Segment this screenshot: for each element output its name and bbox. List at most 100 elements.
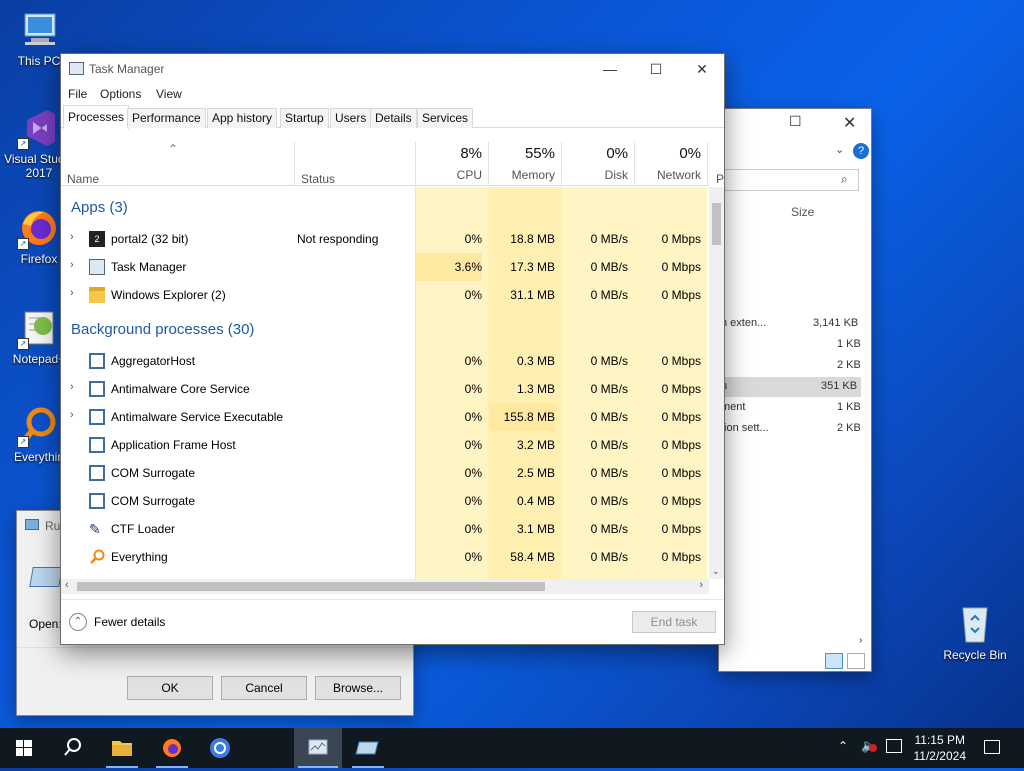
column-memory[interactable]: 55% Memory [488, 142, 561, 186]
browse-button[interactable]: Browse... [315, 676, 401, 700]
desktop-icon-label: This PC [17, 54, 61, 68]
process-row[interactable]: COM Surrogate 0% 0.4 MB 0 MB/s 0 Mbps [61, 487, 709, 515]
expand-chevron-icon[interactable]: › [70, 259, 74, 271]
taskbar-file-explorer[interactable] [98, 728, 146, 768]
column-disk[interactable]: 0% Disk [561, 142, 634, 186]
process-row[interactable]: Everything 0% 58.4 MB 0 MB/s 0 Mbps [61, 543, 709, 571]
end-task-button[interactable]: End task [632, 611, 716, 633]
menu-file[interactable]: File [68, 87, 87, 101]
large-icons-view-button[interactable] [847, 653, 865, 669]
window-app-icon [89, 409, 105, 425]
details-view-button[interactable] [825, 653, 843, 669]
size-column-header[interactable]: Size [791, 205, 814, 219]
desktop-icon-label: Recycle Bin [943, 648, 1007, 662]
help-icon[interactable]: ? [853, 143, 869, 159]
tab-users[interactable]: Users [330, 108, 372, 128]
expand-chevron-icon[interactable]: › [70, 409, 74, 421]
expand-chevron-icon[interactable]: › [70, 381, 74, 393]
everything-icon [89, 549, 105, 565]
run-dialog-title: Ru [45, 519, 61, 533]
file-row[interactable]: ment 1 KB [721, 401, 861, 413]
task-manager-icon [89, 259, 105, 275]
window-app-icon [89, 437, 105, 453]
column-name[interactable]: Name [67, 172, 99, 186]
start-button[interactable] [0, 728, 48, 768]
file-row-selected[interactable]: n351 KB [719, 377, 861, 397]
open-label: Open: [29, 617, 62, 631]
tab-processes[interactable]: Processes [63, 105, 130, 129]
column-network[interactable]: 0% Network [634, 142, 707, 186]
scroll-right-arrow[interactable]: › [859, 635, 862, 646]
column-status[interactable]: Status [294, 142, 416, 186]
file-row[interactable]: tion sett... 2 KB [721, 422, 861, 434]
scroll-down-arrow[interactable]: ⌄ [712, 566, 720, 577]
network-icon[interactable] [886, 739, 902, 753]
tab-performance[interactable]: Performance [127, 108, 206, 128]
search-button[interactable] [48, 728, 96, 768]
menu-view[interactable]: View [156, 87, 182, 101]
volume-muted-icon[interactable]: 🔈 [861, 738, 877, 754]
taskbar-task-manager[interactable] [294, 728, 342, 768]
chevron-down-icon[interactable]: ⌄ [835, 143, 844, 156]
expand-chevron-icon[interactable]: › [70, 231, 74, 243]
process-row[interactable]: COM Surrogate 0% 2.5 MB 0 MB/s 0 Mbps [61, 459, 709, 487]
ok-button[interactable]: OK [127, 676, 213, 700]
taskbar-run[interactable] [344, 728, 392, 768]
horizontal-scrollbar[interactable]: ‹ › [61, 579, 709, 594]
column-power[interactable]: P [707, 142, 724, 186]
windows-logo-icon [16, 740, 32, 756]
fewer-details-link[interactable]: Fewer details [94, 615, 165, 629]
maximize-button[interactable]: ☐ [789, 113, 802, 130]
show-hidden-icons-button[interactable]: ⌃ [838, 739, 848, 753]
scroll-left-arrow[interactable]: ‹ [65, 579, 69, 591]
taskbar: ⌃ 🔈 11:15 PM 11/2/2024 [0, 728, 1024, 768]
file-row[interactable]: n exten... 3,141 KB [721, 317, 861, 329]
cancel-button[interactable]: Cancel [221, 676, 307, 700]
maximize-button[interactable]: ☐ [633, 54, 679, 84]
close-button[interactable]: ✕ [679, 54, 725, 84]
vertical-scrollbar[interactable]: ⌄ [709, 187, 724, 579]
close-button[interactable]: ✕ [843, 113, 856, 133]
expand-chevron-icon[interactable]: › [70, 287, 74, 299]
search-input[interactable] [723, 169, 859, 191]
taskbar-chrome[interactable] [196, 728, 244, 768]
tab-app-history[interactable]: App history [207, 108, 278, 128]
tab-strip: Processes Performance App history Startu… [61, 105, 724, 129]
clock-date: 11/2/2024 [913, 749, 967, 763]
process-row[interactable]: › Windows Explorer (2) 0% 31.1 MB 0 MB/s… [61, 281, 709, 309]
window-title: Task Manager [89, 62, 165, 76]
clock-time: 11:15 PM [914, 733, 965, 747]
search-icon [64, 738, 81, 756]
task-manager-window[interactable]: Task Manager — ☐ ✕ File Options View Pro… [60, 53, 725, 645]
computer-icon [17, 8, 61, 52]
clock[interactable]: 11:15 PM 11/2/2024 [914, 732, 967, 764]
minimize-button[interactable]: — [587, 54, 633, 84]
group-header-apps[interactable]: Apps (3) [71, 199, 128, 216]
process-row[interactable]: › 2 portal2 (32 bit) Not responding 0% 1… [61, 225, 709, 253]
file-explorer-window[interactable]: ☐ ✕ ⌄ ? ⌕ Size n exten... 3,141 KB 1 KB 2… [718, 108, 872, 672]
task-manager-icon [69, 62, 84, 75]
title-bar[interactable]: Task Manager — ☐ ✕ [61, 54, 724, 84]
tab-details[interactable]: Details [370, 108, 417, 128]
scroll-thumb[interactable] [77, 582, 545, 591]
tab-services[interactable]: Services [417, 108, 474, 128]
process-row[interactable]: AggregatorHost 0% 0.3 MB 0 MB/s 0 Mbps [61, 347, 709, 375]
notifications-icon[interactable] [984, 740, 1000, 754]
column-cpu[interactable]: 8% CPU [415, 142, 488, 186]
scroll-thumb[interactable] [712, 203, 721, 245]
taskbar-firefox[interactable] [148, 728, 196, 768]
collapse-up-icon[interactable]: ⌃ [69, 613, 87, 631]
scroll-right-arrow[interactable]: › [699, 579, 703, 591]
column-header-row: ⌃ Name Status 8% CPU 55% Memory 0% Disk … [61, 142, 724, 186]
process-row[interactable]: › Antimalware Core Service 0% 1.3 MB 0 M… [61, 375, 709, 403]
process-row[interactable]: ✎ CTF Loader 0% 3.1 MB 0 MB/s 0 Mbps [61, 515, 709, 543]
process-list: Apps (3) › 2 portal2 (32 bit) Not respon… [61, 187, 709, 579]
desktop-icon-recycle-bin[interactable]: Recycle Bin [940, 602, 1010, 662]
process-row[interactable]: › Antimalware Service Executable 0% 155.… [61, 403, 709, 431]
tab-startup[interactable]: Startup [280, 108, 329, 128]
process-row[interactable]: Application Frame Host 0% 3.2 MB 0 MB/s … [61, 431, 709, 459]
menu-options[interactable]: Options [100, 87, 141, 101]
visual-studio-icon: ↗ [17, 106, 61, 150]
group-header-background[interactable]: Background processes (30) [71, 321, 254, 338]
process-row[interactable]: › Task Manager 3.6% 17.3 MB 0 MB/s 0 Mbp… [61, 253, 709, 281]
